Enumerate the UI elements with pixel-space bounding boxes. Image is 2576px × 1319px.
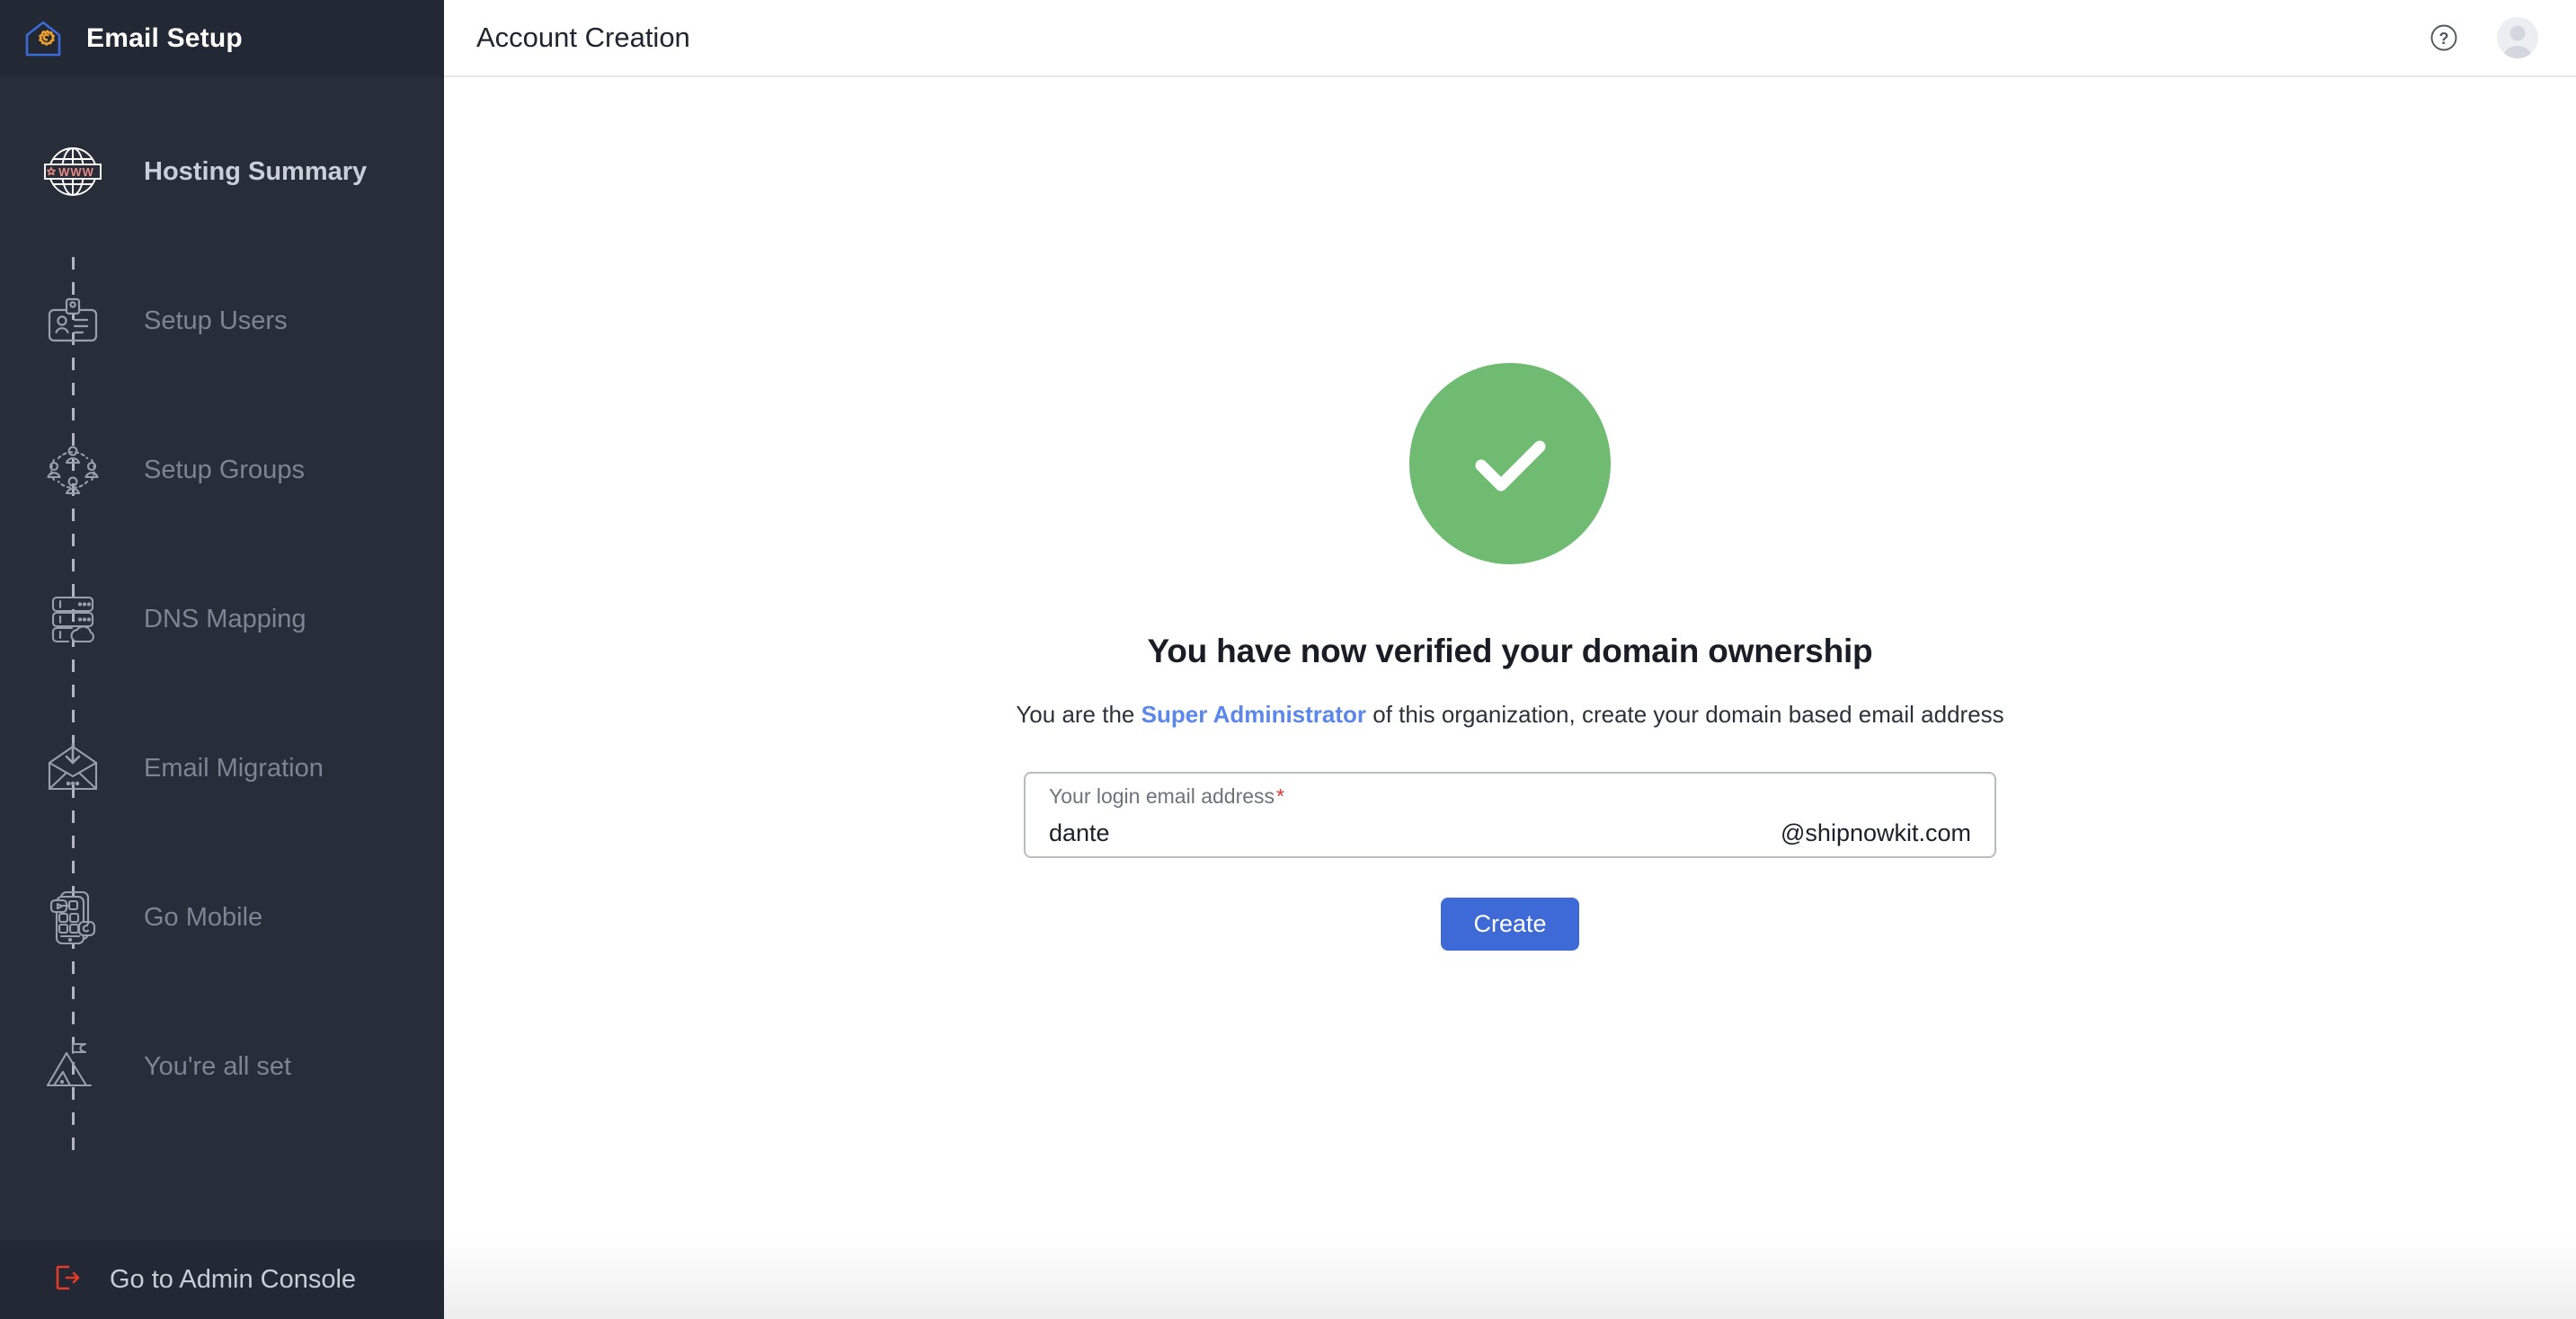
content-panel: You have now verified your domain owners… xyxy=(444,77,2576,1319)
sidebar-item-email-migration[interactable]: Email Migration xyxy=(0,694,444,843)
super-administrator-link[interactable]: Super Administrator xyxy=(1141,701,1366,728)
sidebar-item-label: You're all set xyxy=(144,1052,291,1082)
page-headline: You have now verified your domain owners… xyxy=(1148,633,1873,670)
app-root: Email Setup WWW xyxy=(0,0,2576,1319)
login-email-field-wrapper[interactable]: Your login email address* @shipnowkit.co… xyxy=(1024,772,1996,858)
subline-before: You are the xyxy=(1016,701,1141,728)
login-email-label-text: Your login email address xyxy=(1049,784,1275,808)
subline-after: of this organization, create your domain… xyxy=(1366,701,2004,728)
check-circle-icon xyxy=(1409,363,1611,564)
svg-text:?: ? xyxy=(2439,30,2449,48)
setup-steps: WWW Hosting Summary xyxy=(0,77,444,1240)
go-to-admin-console-button[interactable]: Go to Admin Console xyxy=(0,1240,444,1319)
sidebar-item-youre-all-set[interactable]: You're all set xyxy=(0,992,444,1141)
sidebar-item-setup-users[interactable]: Setup Users xyxy=(0,246,444,395)
brand-title: Email Setup xyxy=(86,23,243,54)
page-title: Account Creation xyxy=(476,22,690,54)
mountain-flag-icon xyxy=(40,1033,106,1100)
sidebar-item-label: Email Migration xyxy=(144,754,324,783)
sidebar-item-setup-groups[interactable]: Setup Groups xyxy=(0,395,444,544)
top-header: Account Creation ? xyxy=(444,0,2576,77)
envelope-gear-icon xyxy=(20,15,67,62)
sidebar-item-dns-mapping[interactable]: DNS Mapping xyxy=(0,544,444,694)
main-area: Account Creation ? xyxy=(444,0,2576,1319)
sidebar-item-label: Hosting Summary xyxy=(144,157,367,187)
create-button[interactable]: Create xyxy=(1441,898,1578,951)
login-email-row: @shipnowkit.com xyxy=(1049,819,1971,847)
sidebar-item-label: Setup Groups xyxy=(144,456,305,485)
sidebar-item-hosting-summary[interactable]: WWW Hosting Summary xyxy=(0,97,444,246)
question-circle-icon[interactable]: ? xyxy=(2429,22,2459,53)
required-asterisk: * xyxy=(1276,784,1284,808)
sidebar-item-label: Go Mobile xyxy=(144,903,262,933)
sidebar-item-label: Setup Users xyxy=(144,306,288,336)
domain-suffix: @shipnowkit.com xyxy=(1781,819,1971,847)
admin-console-label: Go to Admin Console xyxy=(110,1265,356,1295)
sidebar: Email Setup WWW xyxy=(0,0,444,1319)
sidebar-item-label: DNS Mapping xyxy=(144,605,306,634)
server-cloud-icon xyxy=(40,586,106,652)
people-network-icon xyxy=(40,437,106,503)
logout-arrow-icon xyxy=(52,1262,83,1297)
id-card-icon xyxy=(40,288,106,354)
sidebar-item-go-mobile[interactable]: Go Mobile xyxy=(0,843,444,992)
sidebar-brand: Email Setup xyxy=(0,0,444,77)
mobile-apps-icon xyxy=(40,884,106,951)
svg-text:WWW: WWW xyxy=(58,165,94,179)
bottom-gradient xyxy=(444,1236,2576,1319)
login-email-label: Your login email address* xyxy=(1049,786,1971,807)
page-subline: You are the Super Administrator of this … xyxy=(1016,701,2003,729)
user-avatar-icon[interactable] xyxy=(2497,17,2538,58)
envelope-download-icon xyxy=(40,735,106,801)
globe-www-icon: WWW xyxy=(40,138,106,205)
login-email-input[interactable] xyxy=(1049,819,1603,847)
